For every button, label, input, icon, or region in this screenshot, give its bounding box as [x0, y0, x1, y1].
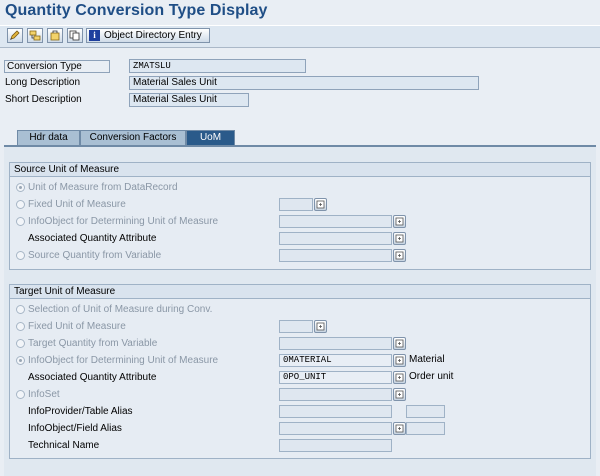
value-help-icon	[395, 356, 404, 365]
display-change-button[interactable]	[7, 28, 23, 43]
short-description-label: Short Description	[5, 94, 82, 105]
target-fixed-uom-field[interactable]	[279, 320, 313, 333]
value-help-icon	[316, 322, 325, 331]
source-assoc-qty-attr-field[interactable]	[279, 232, 392, 245]
conversion-type-value: ZMATSLU	[129, 59, 306, 73]
radio-source-infoobject-uom[interactable]	[16, 217, 25, 226]
target-qty-from-variable-field[interactable]	[279, 337, 392, 350]
application-toolbar: i Object Directory Entry	[0, 25, 600, 48]
target-fixed-uom-help-button[interactable]	[314, 320, 327, 333]
value-help-icon	[395, 234, 404, 243]
target-infoobject-uom-field[interactable]: 0MATERIAL	[279, 354, 392, 367]
radio-target-selection-during-conv[interactable]	[16, 305, 25, 314]
source-infoobject-uom-label: InfoObject for Determining Unit of Measu…	[28, 216, 219, 227]
long-description-value: Material Sales Unit	[129, 76, 479, 90]
source-qty-from-variable-label: Source Quantity from Variable	[28, 250, 162, 261]
tab-uom[interactable]: UoM	[186, 130, 235, 145]
target-infoset-field[interactable]	[279, 388, 392, 401]
source-fixed-uom-label: Fixed Unit of Measure	[28, 199, 126, 210]
copy-icon	[69, 30, 80, 41]
source-uom-from-datarecord-label: Unit of Measure from DataRecord	[28, 182, 178, 193]
copy-button[interactable]	[67, 28, 83, 43]
radio-source-fixed-uom[interactable]	[16, 200, 25, 209]
target-infoobject-uom-text: Material	[409, 354, 445, 365]
object-directory-entry-button[interactable]: i Object Directory Entry	[86, 28, 210, 43]
target-group-title: Target Unit of Measure	[10, 285, 590, 299]
tab-hdr-data[interactable]: Hdr data	[17, 130, 80, 145]
value-help-icon	[395, 424, 404, 433]
object-hierarchy-button[interactable]	[27, 28, 43, 43]
where-used-button[interactable]	[47, 28, 63, 43]
long-description-label: Long Description	[5, 77, 81, 88]
radio-source-uom-from-datarecord[interactable]	[16, 183, 25, 192]
source-group-title: Source Unit of Measure	[10, 163, 590, 177]
radio-target-infoset[interactable]	[16, 390, 25, 399]
target-assoc-qty-attr-text: Order unit	[409, 371, 454, 382]
target-technical-name-field[interactable]	[279, 439, 392, 452]
radio-source-qty-from-variable[interactable]	[16, 251, 25, 260]
target-fixed-uom-label: Fixed Unit of Measure	[28, 321, 126, 332]
target-qty-from-variable-label: Target Quantity from Variable	[28, 338, 158, 349]
value-help-icon	[395, 251, 404, 260]
target-infoobject-field-alias-help-button[interactable]	[393, 422, 406, 435]
source-qty-from-variable-help-button[interactable]	[393, 249, 406, 262]
target-infoprovider-alias-field[interactable]	[279, 405, 392, 418]
tab-conversion-factors[interactable]: Conversion Factors	[80, 130, 186, 145]
source-fixed-uom-help-button[interactable]	[314, 198, 327, 211]
conversion-type-label: Conversion Type	[4, 60, 110, 73]
value-help-icon	[316, 200, 325, 209]
target-selection-during-conv-label: Selection of Unit of Measure during Conv…	[28, 304, 213, 315]
value-help-icon	[395, 373, 404, 382]
radio-target-fixed-uom[interactable]	[16, 322, 25, 331]
target-infoobject-field-alias-extra-field[interactable]	[406, 422, 445, 435]
target-assoc-qty-attr-label: Associated Quantity Attribute	[28, 372, 157, 383]
source-assoc-qty-attr-label: Associated Quantity Attribute	[28, 233, 157, 244]
target-infoset-help-button[interactable]	[393, 388, 406, 401]
page-title: Quantity Conversion Type Display	[5, 2, 268, 19]
value-help-icon	[395, 217, 404, 226]
target-assoc-qty-attr-field[interactable]: 0PO_UNIT	[279, 371, 392, 384]
where-used-icon	[50, 30, 60, 41]
value-help-icon	[395, 339, 404, 348]
target-infoobject-uom-label: InfoObject for Determining Unit of Measu…	[28, 355, 219, 366]
short-description-value: Material Sales Unit	[129, 93, 249, 107]
information-icon: i	[89, 30, 100, 41]
object-directory-entry-label: Object Directory Entry	[104, 30, 202, 41]
target-infoobject-uom-help-button[interactable]	[393, 354, 406, 367]
radio-target-infoobject-uom[interactable]	[16, 356, 25, 365]
object-hierarchy-icon	[29, 30, 41, 41]
source-assoc-qty-attr-help-button[interactable]	[393, 232, 406, 245]
source-infoobject-uom-help-button[interactable]	[393, 215, 406, 228]
radio-target-qty-from-variable[interactable]	[16, 339, 25, 348]
target-infoset-label: InfoSet	[28, 389, 60, 400]
value-help-icon	[395, 390, 404, 399]
source-fixed-uom-field[interactable]	[279, 198, 313, 211]
source-qty-from-variable-field[interactable]	[279, 249, 392, 262]
target-technical-name-label: Technical Name	[28, 440, 100, 451]
source-infoobject-uom-field[interactable]	[279, 215, 392, 228]
target-infoobject-field-alias-field[interactable]	[279, 422, 392, 435]
edit-pencil-icon	[10, 30, 20, 40]
target-infoprovider-alias-extra-field[interactable]	[406, 405, 445, 418]
target-infoobject-field-alias-label: InfoObject/Field Alias	[28, 423, 122, 434]
target-assoc-qty-attr-help-button[interactable]	[393, 371, 406, 384]
target-infoprovider-alias-label: InfoProvider/Table Alias	[28, 406, 133, 417]
target-qty-from-variable-help-button[interactable]	[393, 337, 406, 350]
